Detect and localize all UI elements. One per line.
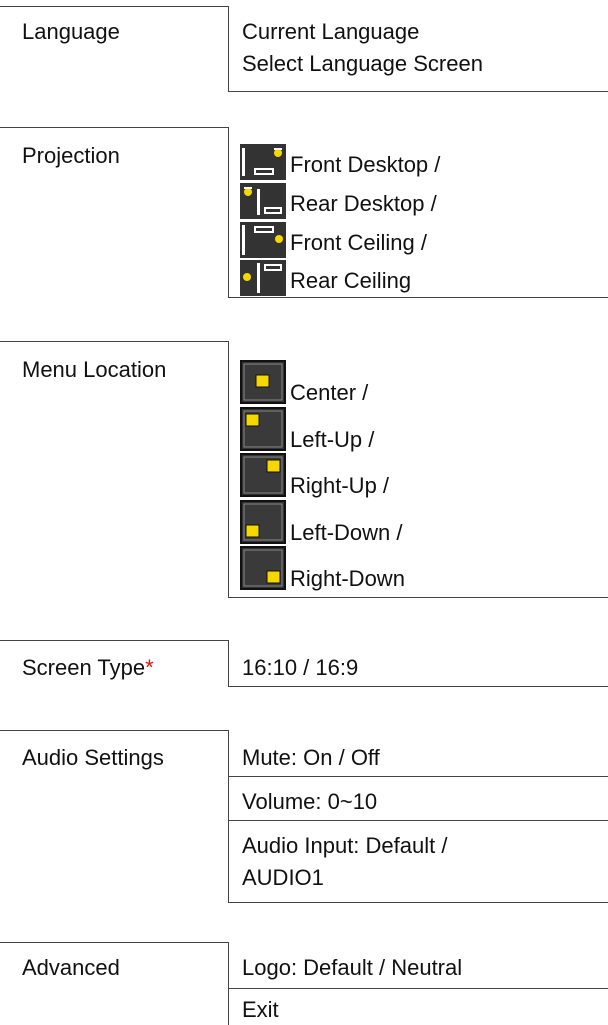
menu-right-down-icon bbox=[240, 546, 286, 590]
advanced-exit: Exit bbox=[242, 997, 279, 1022]
menu-location-option-text: Center / bbox=[290, 380, 369, 406]
projection-option-text: Rear Ceiling bbox=[290, 268, 412, 294]
projection-option-rear-ceiling: Rear Ceiling bbox=[240, 260, 411, 296]
menu-location-option-text: Right-Up / bbox=[290, 473, 390, 499]
language-select-screen: Select Language Screen bbox=[242, 51, 483, 76]
advanced-logo: Logo: Default / Neutral bbox=[242, 955, 463, 980]
advanced-label: Advanced bbox=[22, 955, 120, 980]
projection-option-rear-desktop: Rear Desktop / bbox=[240, 183, 437, 219]
menu-location-option-center: Center / bbox=[240, 360, 368, 405]
menu-location-label: Menu Location bbox=[22, 357, 167, 382]
language-label: Language bbox=[22, 19, 120, 44]
menu-location-option-left-down: Left-Down / bbox=[240, 500, 403, 545]
projection-option-text: Front Desktop / bbox=[290, 152, 441, 178]
audio-settings-label: Audio Settings bbox=[22, 745, 164, 770]
screen-type-value: 16:10 / 16:9 bbox=[242, 655, 359, 680]
menu-left-down-icon bbox=[240, 500, 286, 544]
projection-option-front-desktop: Front Desktop / bbox=[240, 144, 440, 180]
menu-location-option-right-down: Right-Down bbox=[240, 546, 405, 591]
screen-type-label-text: Screen Type bbox=[22, 655, 146, 680]
projection-option-front-ceiling: Front Ceiling / bbox=[240, 222, 427, 258]
menu-left-up-icon bbox=[240, 407, 286, 451]
audio-input: Audio Input: Default / bbox=[242, 833, 448, 858]
menu-right-up-icon bbox=[240, 453, 286, 497]
menu-location-option-text: Left-Down / bbox=[290, 520, 403, 546]
audio-mute: Mute: On / Off bbox=[242, 745, 380, 770]
audio-volume: Volume: 0~10 bbox=[242, 789, 378, 814]
front-desktop-icon bbox=[240, 144, 286, 180]
audio-input-cont: AUDIO1 bbox=[242, 865, 324, 890]
projection-option-text: Rear Desktop / bbox=[290, 191, 437, 217]
menu-location-option-text: Right-Down bbox=[290, 566, 405, 592]
projection-option-text: Front Ceiling / bbox=[290, 230, 427, 256]
projection-label: Projection bbox=[22, 143, 120, 168]
menu-location-option-text: Left-Up / bbox=[290, 427, 375, 453]
menu-location-option-right-up: Right-Up / bbox=[240, 453, 389, 498]
rear-ceiling-icon bbox=[240, 260, 286, 296]
menu-location-option-left-up: Left-Up / bbox=[240, 407, 374, 452]
screen-type-label: Screen Type* bbox=[22, 654, 154, 683]
front-ceiling-icon bbox=[240, 222, 286, 258]
rear-desktop-icon bbox=[240, 183, 286, 219]
menu-center-icon bbox=[240, 360, 286, 404]
language-current: Current Language bbox=[242, 19, 420, 44]
required-asterisk: * bbox=[145, 655, 154, 680]
